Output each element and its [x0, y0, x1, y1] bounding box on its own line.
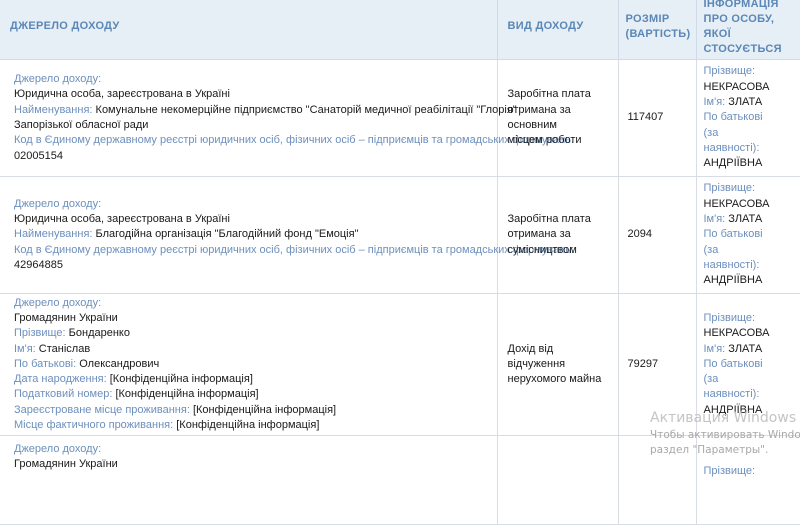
- income-type-cell: [497, 435, 619, 525]
- header-amount: РОЗМІР (ВАРТІСТЬ): [618, 0, 697, 60]
- income-source-cell: Джерело доходу: Юридична особа, зареєстр…: [0, 176, 574, 294]
- header-person: ІНФОРМАЦІЯ ПРО ОСОБУ, ЯКОЇ СТОСУЄТЬСЯ: [696, 0, 800, 60]
- table-row: Джерело доходу: Юридична особа, зареєстр…: [0, 59, 800, 177]
- person-info-cell: Прізвище: НЕКРАСОВА Ім'я: ЗЛАТА По батьк…: [696, 176, 800, 294]
- income-amount-cell: [618, 435, 697, 525]
- table-row: Джерело доходу: Громадянин України Прізв…: [0, 435, 800, 525]
- income-source-cell: Джерело доходу: Юридична особа, зареєстр…: [0, 59, 574, 177]
- table-row: Джерело доходу: Юридична особа, зареєстр…: [0, 176, 800, 294]
- income-amount-cell: 79297: [618, 293, 697, 436]
- header-type: ВИД ДОХОДУ: [497, 0, 619, 60]
- income-amount-cell: 2094: [618, 176, 697, 294]
- person-info-cell: Прізвище:: [696, 435, 800, 525]
- income-type-cell: Заробітна плата отримана за сумісництвом: [497, 176, 619, 294]
- income-amount-cell: 117407: [618, 59, 697, 177]
- income-type-cell: Дохід від відчуження нерухомого майна: [497, 293, 619, 436]
- income-type-cell: Заробітна плата отримана за основним міс…: [497, 59, 619, 177]
- income-source-cell: Джерело доходу: Громадянин України Прізв…: [0, 293, 498, 436]
- person-info-cell: Прізвище: НЕКРАСОВА Ім'я: ЗЛАТА По батьк…: [696, 59, 800, 177]
- income-source-cell: Джерело доходу: Громадянин України: [0, 435, 498, 525]
- table-header-row: ДЖЕРЕЛО ДОХОДУ ВИД ДОХОДУ РОЗМІР (ВАРТІС…: [0, 0, 800, 60]
- person-info-cell: Прізвище: НЕКРАСОВА Ім'я: ЗЛАТА По батьк…: [696, 293, 800, 436]
- header-source: ДЖЕРЕЛО ДОХОДУ: [0, 0, 498, 60]
- income-table: ДЖЕРЕЛО ДОХОДУ ВИД ДОХОДУ РОЗМІР (ВАРТІС…: [0, 0, 800, 525]
- table-row: Джерело доходу: Громадянин України Прізв…: [0, 293, 800, 436]
